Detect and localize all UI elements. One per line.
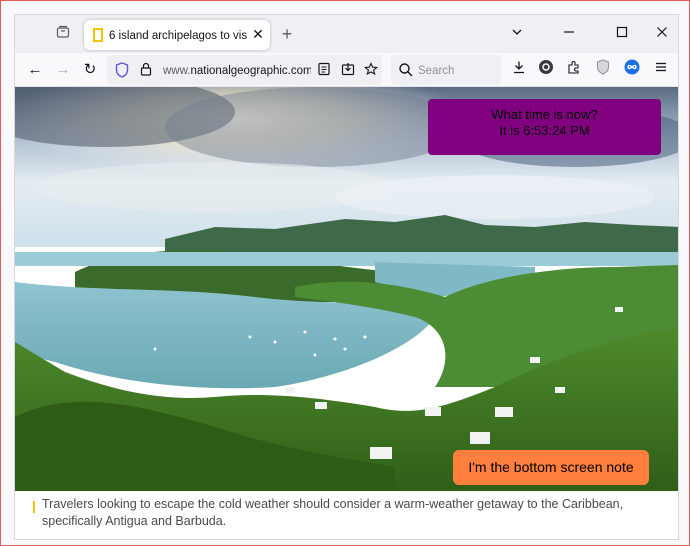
page-content: What time is now? It is 6:53:24 PM I'm t… <box>15 87 678 539</box>
search-placeholder: Search <box>418 65 455 77</box>
lock-icon[interactable] <box>140 62 152 76</box>
maximize-icon[interactable] <box>612 24 632 44</box>
bookmark-star-icon[interactable] <box>363 62 379 78</box>
reload-button[interactable]: ↻ <box>79 59 101 81</box>
list-all-tabs-icon[interactable] <box>507 24 527 44</box>
bottom-screen-note: I'm the bottom screen note <box>453 450 649 485</box>
browser-window: 6 island archipelagos to visit for ✕ + ←… <box>14 14 679 540</box>
tab-close-icon[interactable]: ✕ <box>250 26 266 42</box>
screenshot-frame: 6 island archipelagos to visit for ✕ + ←… <box>0 0 690 546</box>
favicon-icon <box>93 28 103 42</box>
navigation-toolbar: ← → ↻ www.nationalgeographic.com Search <box>15 53 678 87</box>
minimize-icon[interactable] <box>559 24 579 44</box>
url-text[interactable]: www.nationalgeographic.com <box>163 63 311 79</box>
new-tab-button[interactable]: + <box>277 24 297 44</box>
tab-title: 6 island archipelagos to visit for <box>109 30 247 42</box>
tab-active[interactable]: 6 island archipelagos to visit for ✕ <box>84 20 270 50</box>
tab-strip: 6 island archipelagos to visit for ✕ + <box>15 15 678 53</box>
shield-icon[interactable] <box>115 62 129 78</box>
time-question: What time is now? <box>491 107 598 122</box>
back-button[interactable]: ← <box>24 59 46 81</box>
extensions-icon[interactable] <box>563 59 585 81</box>
extension-infinity-icon[interactable] <box>621 59 643 81</box>
menu-icon[interactable] <box>650 59 672 81</box>
forward-button[interactable]: → <box>52 59 74 81</box>
address-bar[interactable]: www.nationalgeographic.com <box>107 55 382 85</box>
vpn-icon[interactable] <box>592 59 614 81</box>
photo-caption: Travelers looking to escape the cold wea… <box>42 497 624 528</box>
reader-view-icon[interactable] <box>316 62 332 78</box>
time-answer: It is 6:53:24 PM <box>499 123 590 138</box>
account-icon[interactable] <box>535 59 557 81</box>
search-icon <box>398 62 414 78</box>
caption-accent-bar <box>33 501 35 513</box>
save-page-icon[interactable] <box>340 62 356 78</box>
time-overlay: What time is now? It is 6:53:24 PM <box>428 99 661 155</box>
caption-area: Travelers looking to escape the cold wea… <box>15 491 678 539</box>
close-window-icon[interactable] <box>652 24 672 44</box>
search-box[interactable]: Search <box>391 55 501 85</box>
download-icon[interactable] <box>508 59 530 81</box>
tab-list-icon[interactable] <box>53 24 73 44</box>
